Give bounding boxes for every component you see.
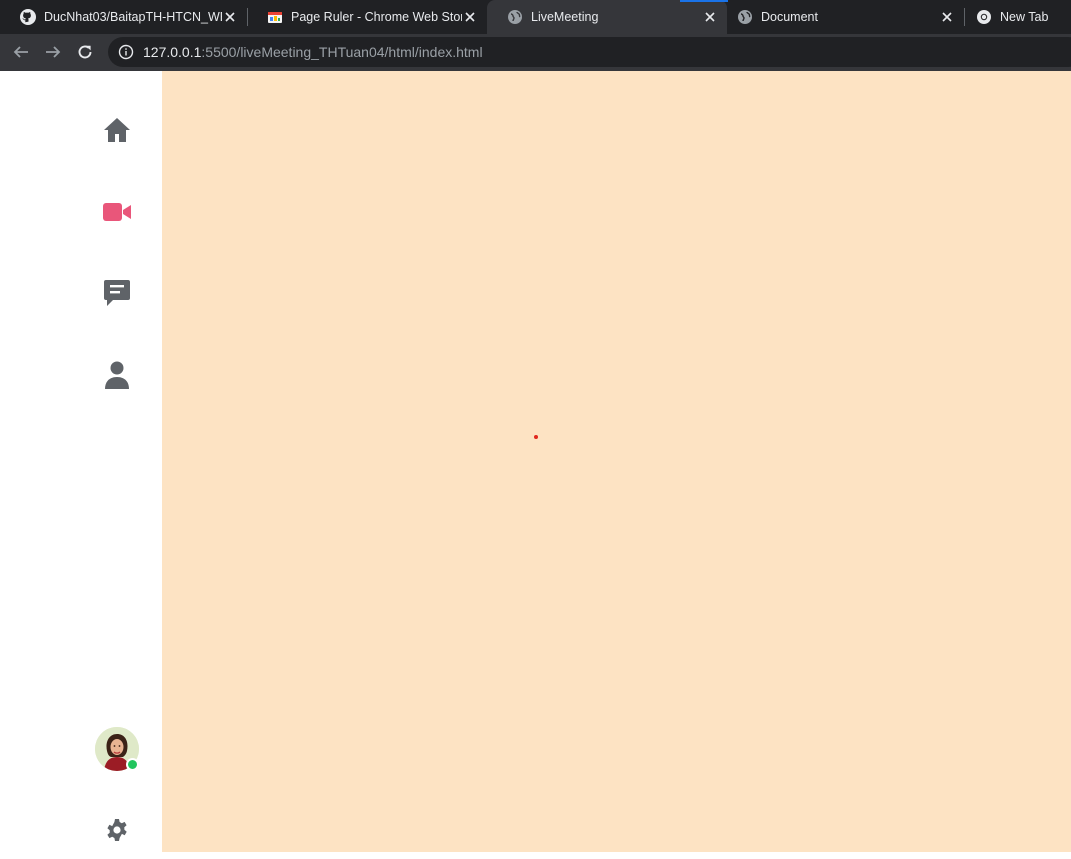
sidebar-item-video[interactable] bbox=[100, 195, 134, 229]
forward-button[interactable] bbox=[41, 40, 65, 64]
info-icon[interactable] bbox=[118, 44, 134, 60]
home-icon bbox=[104, 118, 130, 142]
tab-document[interactable]: Document bbox=[717, 0, 964, 34]
sidebar-item-profile[interactable] bbox=[100, 358, 134, 392]
close-icon[interactable] bbox=[462, 9, 478, 25]
chrome-icon bbox=[977, 10, 991, 24]
close-icon[interactable] bbox=[222, 9, 238, 25]
tab-title: New Tab bbox=[1000, 10, 1049, 24]
tab-livemeeting[interactable]: LiveMeeting bbox=[487, 0, 728, 34]
page-ruler-icon bbox=[268, 12, 282, 23]
globe-icon bbox=[508, 10, 522, 24]
browser-tab-strip: DucNhat03/BaitapTH-HTCN_WEB Page Ruler -… bbox=[0, 0, 1071, 34]
chat-icon bbox=[104, 280, 130, 306]
main-content-area bbox=[162, 71, 1071, 852]
reload-icon bbox=[78, 45, 92, 59]
page-content bbox=[0, 71, 1071, 859]
globe-icon bbox=[738, 10, 752, 24]
video-camera-icon bbox=[103, 203, 131, 221]
online-status-indicator bbox=[126, 758, 139, 771]
tab-title: Document bbox=[761, 10, 818, 24]
tab-page-ruler[interactable]: Page Ruler - Chrome Web Store bbox=[247, 0, 487, 34]
tab-github[interactable]: DucNhat03/BaitapTH-HTCN_WEB bbox=[0, 0, 247, 34]
red-dot-marker bbox=[534, 435, 538, 439]
arrow-right-icon bbox=[46, 46, 61, 58]
arrow-left-icon bbox=[13, 46, 28, 58]
tab-new-tab[interactable]: New Tab bbox=[956, 0, 1071, 34]
close-icon[interactable] bbox=[702, 9, 718, 25]
tab-title: DucNhat03/BaitapTH-HTCN_WEB bbox=[44, 10, 222, 24]
person-icon bbox=[105, 361, 129, 389]
tab-title: Page Ruler - Chrome Web Store bbox=[291, 10, 462, 24]
url-path: :5500/liveMeeting_THTuan04/html/index.ht… bbox=[201, 44, 483, 60]
settings-button[interactable] bbox=[100, 813, 134, 847]
sidebar-item-chat[interactable] bbox=[100, 276, 134, 310]
reload-button[interactable] bbox=[73, 40, 97, 64]
sidebar bbox=[0, 71, 162, 859]
url-host: 127.0.0.1 bbox=[143, 44, 202, 60]
address-bar[interactable]: 127.0.0.1:5500/liveMeeting_THTuan04/html… bbox=[108, 37, 1071, 67]
browser-toolbar: 127.0.0.1:5500/liveMeeting_THTuan04/html… bbox=[0, 34, 1071, 71]
sidebar-item-home[interactable] bbox=[100, 113, 134, 147]
close-icon[interactable] bbox=[939, 9, 955, 25]
gear-icon bbox=[107, 819, 127, 841]
user-avatar[interactable] bbox=[95, 727, 139, 771]
back-button[interactable] bbox=[9, 40, 33, 64]
tab-title: LiveMeeting bbox=[531, 10, 599, 24]
github-icon bbox=[20, 9, 36, 25]
